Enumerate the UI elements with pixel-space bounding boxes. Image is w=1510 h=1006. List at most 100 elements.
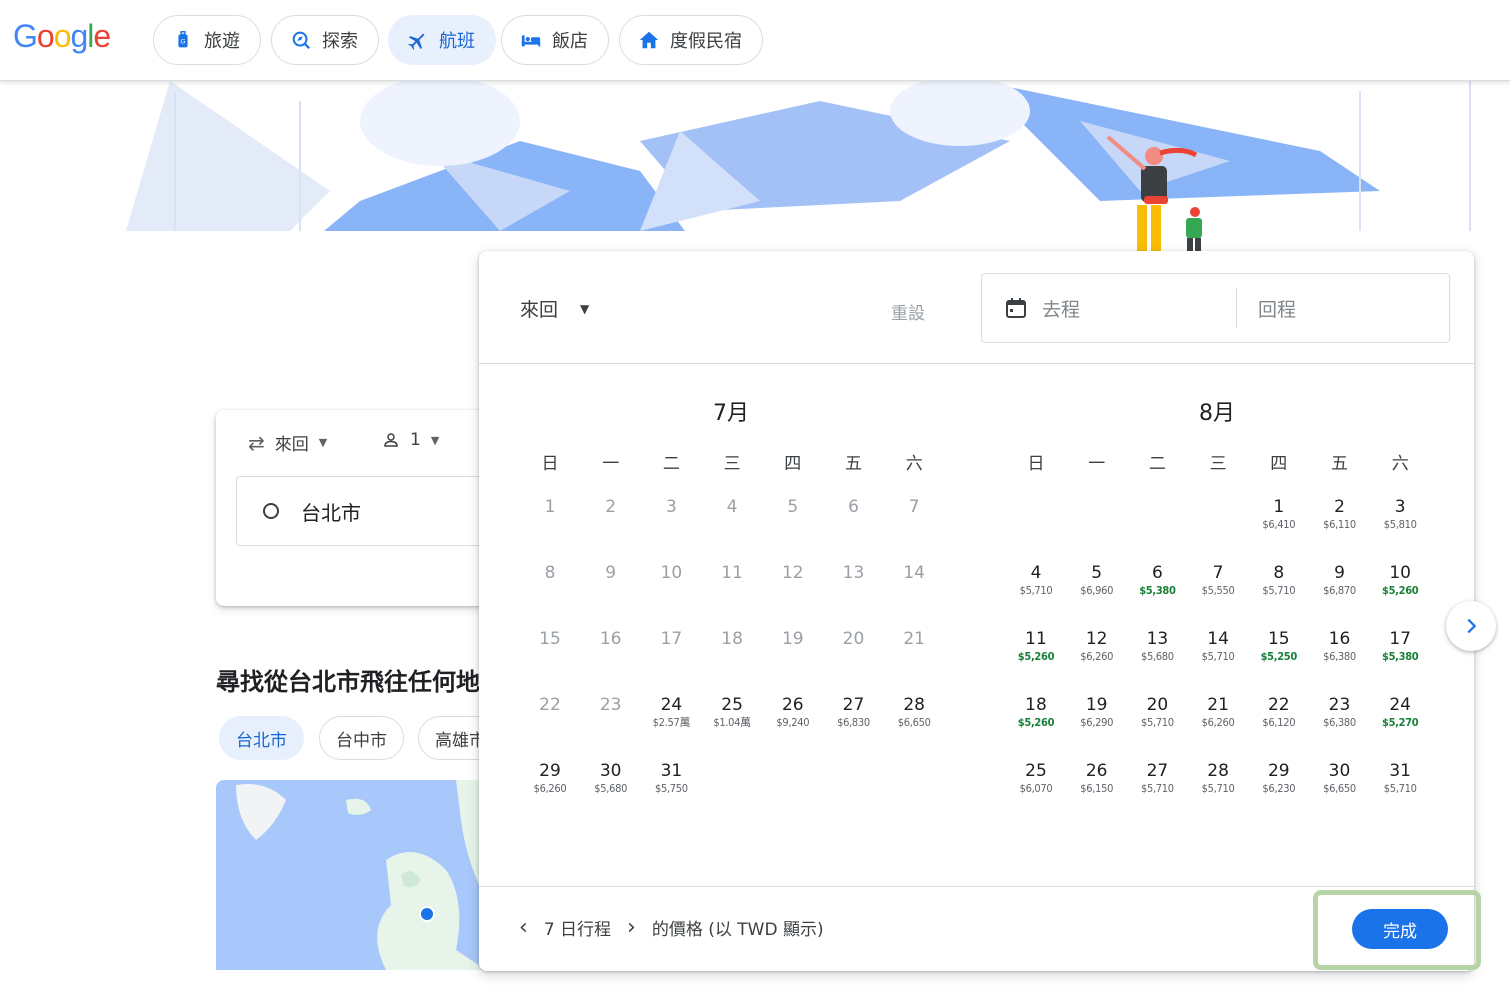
calendar-day[interactable]: 4 $5,710 — [1006, 562, 1066, 612]
calendar-day[interactable]: 10 $5,260 — [1370, 562, 1430, 612]
calendar-day[interactable]: 15 $5,250 — [1249, 628, 1309, 678]
city-chip-taichung[interactable]: 台中市 — [319, 716, 404, 760]
nav-chip-flights[interactable]: 航班 — [388, 15, 496, 65]
nav-chip-vacation-rentals[interactable]: 度假民宿 — [619, 15, 763, 65]
day-price: $6,120 — [1262, 716, 1296, 729]
day-number: 31 — [660, 761, 683, 781]
calendar-day[interactable]: 14 $5,710 — [1188, 628, 1248, 678]
city-chip-taipei[interactable]: 台北市 — [219, 716, 304, 760]
day-price: $5,260 — [1381, 584, 1419, 597]
trip-type-select[interactable]: ⇄ 來回 ▼ — [248, 430, 328, 456]
day-number: 1 — [1273, 497, 1285, 517]
day-number: 19 — [781, 629, 804, 649]
calendar-day[interactable]: 8 $5,710 — [1249, 562, 1309, 612]
picker-trip-type-select[interactable]: 來回 ▼ — [520, 295, 589, 322]
day-price: $5,550 — [1201, 584, 1235, 597]
day-number: 27 — [842, 695, 865, 715]
weekday-header: 二 — [1148, 454, 1166, 474]
origin-value: 台北市 — [301, 500, 361, 525]
chevron-right-icon[interactable]: › — [627, 915, 636, 940]
calendar-day[interactable]: 7 $5,550 — [1188, 562, 1248, 612]
calendar-day[interactable]: 30 $6,650 — [1310, 760, 1370, 810]
calendar-day[interactable]: 23 $6,380 — [1310, 694, 1370, 744]
calendar-day: 5 — [763, 496, 823, 546]
calendar-day: 16 — [581, 628, 641, 678]
calendar-day[interactable]: 20 $5,710 — [1127, 694, 1187, 744]
day-number: 3 — [1394, 497, 1406, 517]
calendar-day[interactable]: 12 $6,260 — [1067, 628, 1127, 678]
passenger-select[interactable]: 1 ▼ — [382, 430, 439, 450]
day-price: $6,830 — [837, 716, 870, 729]
calendar-day[interactable]: 24 $2.57萬 — [641, 694, 701, 744]
calendar-day[interactable]: 22 $6,120 — [1249, 694, 1309, 744]
reset-button[interactable]: 重設 — [891, 299, 925, 324]
calendar-day[interactable]: 25 $1.04萬 — [702, 694, 762, 744]
next-month-button[interactable] — [1446, 601, 1496, 651]
calendar-day[interactable]: 6 $5,380 — [1127, 562, 1187, 612]
calendar-day: 17 — [641, 628, 701, 678]
day-number: 4 — [726, 497, 738, 517]
day-price: $6,110 — [1323, 518, 1356, 531]
nav-chip-hotels[interactable]: 飯店 — [501, 15, 609, 65]
departure-date-input[interactable]: 去程 — [1004, 274, 1080, 342]
calendar-day[interactable]: 27 $6,830 — [824, 694, 884, 744]
hero-illustration — [0, 81, 1510, 271]
day-price: $6,260 — [533, 782, 567, 795]
nav-chip-label: 飯店 — [552, 31, 588, 52]
calendar-day[interactable]: 1 $6,410 — [1249, 496, 1309, 546]
calendar-day[interactable]: 26 $9,240 — [763, 694, 823, 744]
weekday-header: 五 — [845, 454, 862, 474]
day-number: 21 — [903, 629, 925, 649]
explore-icon — [292, 31, 311, 50]
calendar-day[interactable]: 21 $6,260 — [1188, 694, 1248, 744]
calendar-day[interactable]: 28 $5,710 — [1188, 760, 1248, 810]
day-number: 2 — [1334, 497, 1345, 517]
calendar-day[interactable]: 31 $5,710 — [1370, 760, 1430, 810]
day-number: 22 — [1267, 695, 1290, 715]
day-price: $6,260 — [1080, 650, 1114, 663]
calendar-day[interactable]: 17 $5,380 — [1370, 628, 1430, 678]
weekday-header: 二 — [662, 454, 680, 474]
day-number: 17 — [660, 629, 683, 649]
flight-icon — [408, 33, 425, 50]
google-logo[interactable]: Google — [13, 18, 111, 55]
nav-chip-travel[interactable]: G 旅遊 — [153, 15, 261, 65]
calendar-day[interactable]: 30 $5,680 — [581, 760, 641, 810]
dropdown-arrow-icon: ▼ — [318, 436, 328, 449]
day-price: $6,380 — [1323, 716, 1356, 729]
calendar-day[interactable]: 9 $6,870 — [1310, 562, 1370, 612]
day-number: 2 — [605, 497, 617, 517]
day-number: 11 — [721, 563, 743, 583]
calendar-day[interactable]: 13 $5,680 — [1127, 628, 1187, 678]
calendar-day[interactable]: 31 $5,750 — [641, 760, 701, 810]
day-number: 3 — [665, 497, 677, 517]
calendar-day[interactable]: 25 $6,070 — [1006, 760, 1066, 810]
calendar-day[interactable]: 24 $5,270 — [1370, 694, 1430, 744]
calendar-day[interactable]: 27 $5,710 — [1127, 760, 1187, 810]
weekday-header: 三 — [723, 454, 741, 474]
nav-chip-explore[interactable]: 探索 — [271, 15, 379, 65]
day-price: $5,810 — [1383, 518, 1417, 531]
calendar-day[interactable]: 28 $6,650 — [884, 694, 944, 744]
person-icon — [384, 433, 398, 447]
location-pin-icon[interactable] — [419, 906, 435, 922]
calendar-day[interactable]: 2 $6,110 — [1310, 496, 1370, 546]
calendar-day[interactable]: 3 $5,810 — [1370, 496, 1430, 546]
calendar-day[interactable]: 11 $5,260 — [1006, 628, 1066, 678]
calendar-day[interactable]: 5 $6,960 — [1067, 562, 1127, 612]
day-number: 28 — [903, 695, 925, 715]
explore-map[interactable] — [216, 780, 486, 970]
chevron-left-icon[interactable]: ‹ — [519, 915, 528, 940]
calendar-day[interactable]: 18 $5,260 — [1006, 694, 1066, 744]
calendar-day: 21 — [884, 628, 944, 678]
chevron-right-icon — [1467, 618, 1477, 634]
calendar-day[interactable]: 29 $6,230 — [1249, 760, 1309, 810]
return-date-input[interactable]: 回程 — [1258, 274, 1296, 342]
calendar-day[interactable]: 19 $6,290 — [1067, 694, 1127, 744]
done-button[interactable]: 完成 — [1352, 909, 1448, 949]
calendar-day[interactable]: 29 $6,260 — [520, 760, 580, 810]
calendar-day[interactable]: 26 $6,150 — [1067, 760, 1127, 810]
day-number: 19 — [1085, 695, 1108, 715]
calendar-day[interactable]: 16 $6,380 — [1310, 628, 1370, 678]
weekday-header: 一 — [1088, 454, 1106, 474]
